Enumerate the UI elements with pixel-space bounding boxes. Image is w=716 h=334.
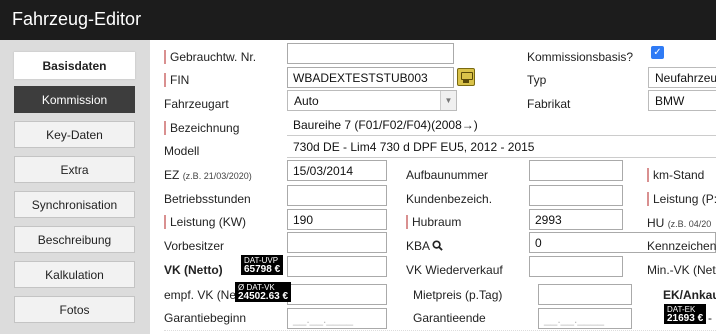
garantiebeginn-label: Garantiebeginn [164,311,247,325]
fabrikat-value: BMW [655,94,685,108]
vk-netto-label: VK (Netto) [164,263,223,277]
kba-label: KBA [406,239,430,253]
sidebar-item-synchronisation[interactable]: Synchronisation [14,191,135,218]
garantieende-label: Garantieende [413,311,486,325]
garantiebeginn-input[interactable]: __.__.____ [287,308,387,329]
aufbaunummer-label: Aufbaunummer [406,168,489,182]
search-icon[interactable] [432,240,443,251]
form-area: Gebrauchtw. Nr. Kommissionsbasis? ✓ FIN … [150,40,716,334]
leistung-kw-input[interactable]: 190 [287,209,387,230]
ek-suffix: - [708,311,712,325]
sidebar: Basisdaten Kommission Key-Daten Extra Sy… [0,40,150,334]
empf-vk-input[interactable] [287,284,387,305]
vk-netto-input[interactable] [287,256,387,277]
kundenbezeich-input[interactable] [529,185,623,206]
aufbaunummer-input[interactable] [529,160,623,181]
hubraum-label: Hubraum [405,215,462,229]
betriebsstunden-label: Betriebsstunden [164,192,251,206]
sidebar-item-beschreibung[interactable]: Beschreibung [14,226,135,253]
leistung-kw-label: Leistung (KW) [163,215,247,229]
kennzeichen-label: Kennzeichen [647,239,716,253]
fahrzeugart-label: Fahrzeugart [164,97,229,111]
min-vk-label: Min.-VK (Net [647,263,716,277]
dat-vk-value: 24502.63 € [238,291,289,302]
ez-hint: (z.B. 21/03/2020) [182,171,252,181]
vk-wiederverkauf-label: VK Wiederverkauf [406,263,503,277]
fahrzeugart-value: Auto [294,94,319,108]
betriebsstunden-input[interactable] [287,185,387,206]
garantieende-input[interactable]: __.__.____ [538,308,632,329]
empf-vk-label: empf. VK (Net [164,288,240,302]
km-stand-label: km-Stand [646,168,705,182]
fabrikat-select[interactable]: BMW [648,90,716,111]
bezeichnung-value: Baureihe 7 (F01/F02/F04)(2008→) [293,118,478,132]
fin-label: FIN [163,73,190,87]
app-title: Fahrzeug-Editor [12,9,142,29]
modell-label: Modell [164,144,200,158]
sidebar-item-extra[interactable]: Extra [14,156,135,183]
title-bar: Fahrzeug-Editor [0,0,716,40]
ez-input[interactable]: 15/03/2014 [287,160,387,181]
typ-value: Neufahrzeu [655,71,716,85]
sidebar-item-key-daten[interactable]: Key-Daten [14,121,135,148]
dat-uvp-badge: DAT-UVP 65798 € [241,255,284,275]
bezeichnung-select[interactable]: Baureihe 7 (F01/F02/F04)(2008→) [287,115,716,136]
leistung-ps-label: Leistung (P: [646,192,716,206]
typ-select[interactable]: Neufahrzeu [648,67,716,88]
hu-hint: (z.B. 04/20 [667,219,712,229]
vorbesitzer-label: Vorbesitzer [164,239,225,253]
ez-label: EZ (z.B. 21/03/2020) [164,168,252,182]
fin-input[interactable]: WBADEXTESTSTUB003 [287,67,454,88]
next-row-cutoff [164,330,716,334]
vin-decoder-icon[interactable] [457,68,475,86]
kundenbezeich-label: Kundenbezeich. [406,192,493,206]
vk-wiederverkauf-input[interactable] [529,256,623,277]
sidebar-item-basisdaten[interactable]: Basisdaten [14,52,135,79]
hubraum-input[interactable]: 2993 [529,209,623,230]
fabrikat-label: Fabrikat [527,97,571,111]
kba-label-text: KBA [406,239,431,253]
vorbesitzer-input[interactable] [287,232,387,253]
dat-ek-value: 21693 € [667,313,704,324]
mietpreis-label: Mietpreis (p.Tag) [413,288,503,302]
kommissionsbasis-checkbox[interactable]: ✓ [651,46,664,59]
dat-uvp-value: 65798 € [244,264,281,275]
mietpreis-input[interactable] [538,284,632,305]
ez-label-text: EZ [164,168,180,182]
dat-vk-badge: Ø DAT-VK 24502.63 € [235,282,292,302]
modell-value: 730d DE - Lim4 730 d DPF EU5, 2012 - 201… [293,140,535,154]
sidebar-item-fotos[interactable]: Fotos [14,296,135,323]
dat-ek-badge: DAT-EK 21693 € [664,304,707,324]
hu-label: HU (z.B. 04/20 [647,216,711,230]
gebrauchtw-nr-input[interactable] [287,43,454,64]
hu-label-text: HU [647,216,665,230]
modell-select[interactable]: 730d DE - Lim4 730 d DPF EU5, 2012 - 201… [287,137,716,158]
typ-label: Typ [527,73,547,87]
ek-ankauf-label: EK/Ankau [663,288,716,302]
sidebar-item-kalkulation[interactable]: Kalkulation [14,261,135,288]
gebrauchtw-nr-label: Gebrauchtw. Nr. [163,50,257,64]
bezeichnung-label: Bezeichnung [163,121,240,135]
fahrzeugart-select[interactable]: Auto ▼ [287,90,457,111]
sidebar-item-kommission[interactable]: Kommission [14,86,135,113]
kommissionsbasis-label: Kommissionsbasis? [527,50,634,64]
chevron-down-icon: ▼ [440,91,456,110]
